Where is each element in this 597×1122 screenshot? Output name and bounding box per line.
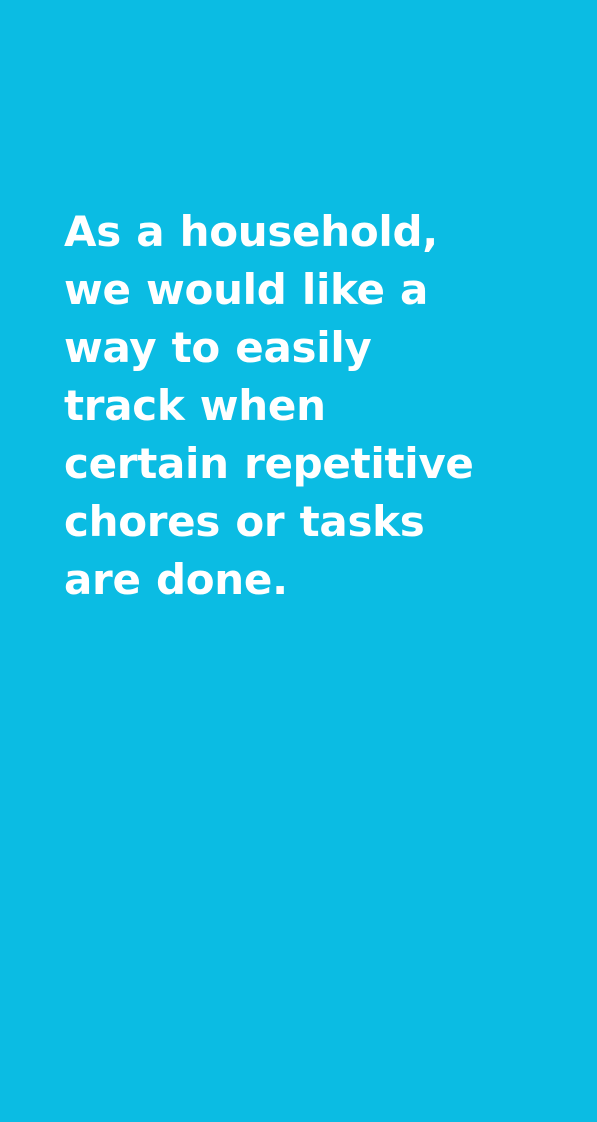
user-story-text: As a household, we would like a way to e… xyxy=(64,207,474,604)
story-card: As a household, we would like a way to e… xyxy=(0,0,597,1122)
